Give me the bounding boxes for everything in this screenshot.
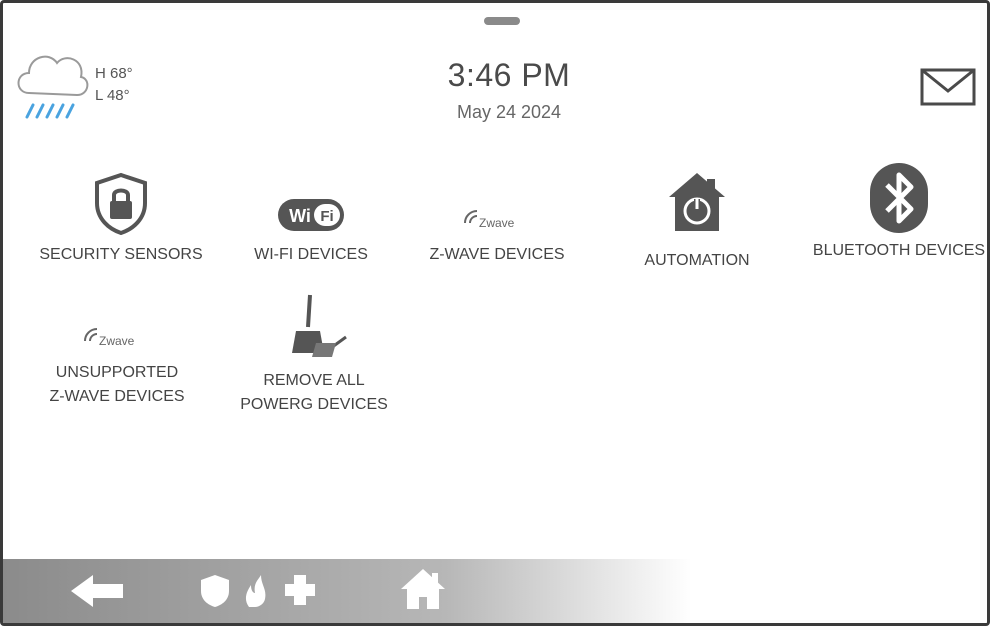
home-button[interactable] [399,567,447,616]
pull-down-handle[interactable] [484,17,520,25]
bluetooth-icon [870,163,928,233]
back-button[interactable] [69,573,125,614]
home-automation-icon [669,173,725,231]
panic-fire-button[interactable] [241,573,269,614]
panic-shield-button[interactable] [199,573,231,614]
clock: 3:46 PM May 24 2024 [399,57,619,123]
zwave-logo-text: Zwave [99,334,135,348]
tile-label: AUTOMATION [644,252,750,269]
zwave-icon: Zwave [84,328,135,348]
tile-label: SECURITY SENSORS [39,246,203,263]
date-display: May 24 2024 [456,102,562,122]
rain-cloud-icon [17,55,89,119]
wifi-icon: Wi Fi [278,199,344,231]
shield-icon [201,575,229,607]
svg-text:Fi: Fi [320,208,333,225]
tile-label: REMOVE ALL POWERG DEVICES [240,372,388,413]
tile-unsupported-zwave-devices[interactable]: Zwave UNSUPPORTED Z-WAVE DEVICES [17,293,217,409]
time-display: 3:46 PM [447,57,571,93]
high-temp: H 68° [95,65,133,82]
mail-icon [920,68,976,106]
back-arrow-icon [71,575,123,607]
bottom-nav-bar [3,559,987,623]
tile-zwave-devices[interactable]: Zwave Z-WAVE DEVICES [397,163,597,267]
tile-label: UNSUPPORTED Z-WAVE DEVICES [49,364,185,405]
svg-text:Wi: Wi [289,206,311,226]
broom-icon [292,294,347,357]
zwave-logo-text: Zwave [479,216,515,230]
panic-medical-button[interactable] [283,573,317,612]
tile-remove-all-powerg-devices[interactable]: REMOVE ALL POWERG DEVICES [214,293,414,417]
tile-automation[interactable]: AUTOMATION [597,163,797,273]
tile-bluetooth-devices[interactable]: BLUETOOTH DEVICES [809,155,987,263]
tile-security-sensors[interactable]: SECURITY SENSORS [21,163,221,267]
tile-label: WI-FI DEVICES [254,246,368,263]
tile-label: BLUETOOTH DEVICES [812,242,986,259]
plus-icon [285,575,315,605]
home-icon [401,569,445,609]
app-frame: H 68° L 48° 3:46 PM May 24 2024 SECURITY… [0,0,990,626]
zwave-icon: Zwave [464,210,515,230]
tile-wifi-devices[interactable]: Wi Fi WI-FI DEVICES [211,163,411,267]
shield-lock-icon [95,172,147,235]
tile-label: Z-WAVE DEVICES [429,246,565,263]
low-temp: L 48° [95,87,130,104]
weather-widget[interactable]: H 68° L 48° [13,45,173,135]
messages-button[interactable] [919,67,979,109]
fire-icon [245,575,266,607]
